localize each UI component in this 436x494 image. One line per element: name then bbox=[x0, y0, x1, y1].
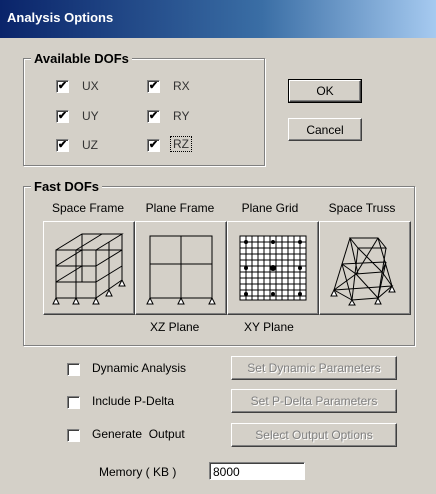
uy-label: UY bbox=[82, 109, 99, 123]
window-title: Analysis Options bbox=[7, 10, 114, 25]
plane-grid-button[interactable] bbox=[227, 221, 319, 315]
space-frame-button[interactable] bbox=[43, 221, 135, 315]
rz-checkbox[interactable]: ✔ bbox=[147, 139, 160, 152]
uz-checkbox[interactable]: ✔ bbox=[56, 139, 69, 152]
set-dynamic-parameters-button[interactable]: Set Dynamic Parameters bbox=[231, 356, 397, 380]
plane-grid-label: Plane Grid bbox=[241, 201, 299, 215]
memory-label: Memory ( KB ) bbox=[99, 465, 177, 479]
space-truss-label: Space Truss bbox=[328, 201, 396, 215]
rz-label: RZ bbox=[170, 136, 192, 152]
ry-label: RY bbox=[173, 109, 190, 123]
ux-label: UX bbox=[82, 79, 99, 93]
dialog-client: Available DOFs ✔ UX ✔ UY ✔ UZ ✔ RX ✔ RY … bbox=[0, 38, 436, 494]
cancel-button[interactable]: Cancel bbox=[288, 118, 362, 141]
space-frame-label: Space Frame bbox=[51, 201, 125, 215]
include-p-delta-checkbox[interactable] bbox=[67, 396, 80, 409]
fast-dofs-title: Fast DOFs bbox=[31, 179, 103, 194]
plane-grid-icon bbox=[239, 235, 307, 301]
plane-frame-label: Plane Frame bbox=[145, 201, 215, 215]
xz-plane-label: XZ Plane bbox=[150, 320, 200, 334]
select-output-options-button[interactable]: Select Output Options bbox=[231, 423, 397, 447]
memory-input[interactable]: 8000 bbox=[209, 462, 305, 480]
rx-checkbox[interactable]: ✔ bbox=[147, 80, 160, 93]
plane-frame-button[interactable] bbox=[135, 221, 227, 315]
space-truss-button[interactable] bbox=[319, 221, 411, 315]
xy-plane-label: XY Plane bbox=[244, 320, 294, 334]
space-truss-icon bbox=[330, 237, 396, 306]
ux-checkbox[interactable]: ✔ bbox=[56, 80, 69, 93]
title-bar[interactable]: Analysis Options bbox=[0, 0, 436, 38]
include-p-delta-label: Include P-Delta bbox=[92, 394, 175, 408]
ok-button[interactable]: OK bbox=[288, 79, 362, 103]
available-dofs-title: Available DOFs bbox=[31, 51, 132, 66]
rx-label: RX bbox=[173, 79, 190, 93]
uz-label: UZ bbox=[82, 138, 98, 152]
set-p-delta-parameters-button[interactable]: Set P-Delta Parameters bbox=[231, 389, 397, 413]
ry-checkbox[interactable]: ✔ bbox=[147, 110, 160, 123]
uy-checkbox[interactable]: ✔ bbox=[56, 110, 69, 123]
space-frame-icon bbox=[52, 233, 126, 305]
dynamic-analysis-label: Dynamic Analysis bbox=[92, 361, 187, 375]
dynamic-analysis-checkbox[interactable] bbox=[67, 363, 80, 376]
generate-output-checkbox[interactable] bbox=[67, 429, 80, 442]
plane-frame-icon bbox=[146, 235, 216, 305]
generate-output-label: Generate Output bbox=[92, 427, 185, 441]
